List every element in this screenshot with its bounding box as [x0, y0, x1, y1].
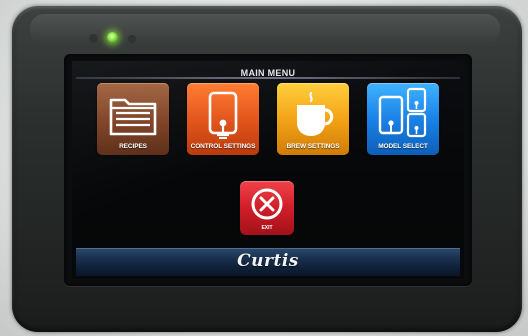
exit-button[interactable]: EXIT — [240, 181, 294, 235]
exit-label: EXIT — [261, 225, 273, 231]
control-settings-label: CONTROL SETTINGS — [190, 143, 256, 150]
touch-screen: MAIN MENU RECIPES CONTROL SETTINGS BREW … — [72, 61, 464, 279]
model-select-label: MODEL SELECT — [378, 143, 428, 150]
header-divider — [76, 77, 460, 79]
power-indicator-light — [107, 32, 118, 43]
curtis-logo: Curtis — [237, 251, 299, 271]
menu-header: MAIN MENU — [76, 63, 460, 78]
footer-bar: Curtis — [76, 248, 460, 276]
recipes-button[interactable]: RECIPES — [97, 83, 169, 155]
bezel-sheen — [30, 14, 500, 44]
indicator-light-off — [89, 34, 98, 43]
brew-settings-label: BREW SETTINGS — [286, 143, 340, 150]
indicator-light-off — [128, 35, 136, 43]
recipes-label: RECIPES — [119, 143, 147, 150]
brew-settings-button[interactable]: BREW SETTINGS — [277, 83, 349, 155]
model-select-button[interactable]: MODEL SELECT — [367, 83, 439, 155]
control-settings-button[interactable]: CONTROL SETTINGS — [187, 83, 259, 155]
